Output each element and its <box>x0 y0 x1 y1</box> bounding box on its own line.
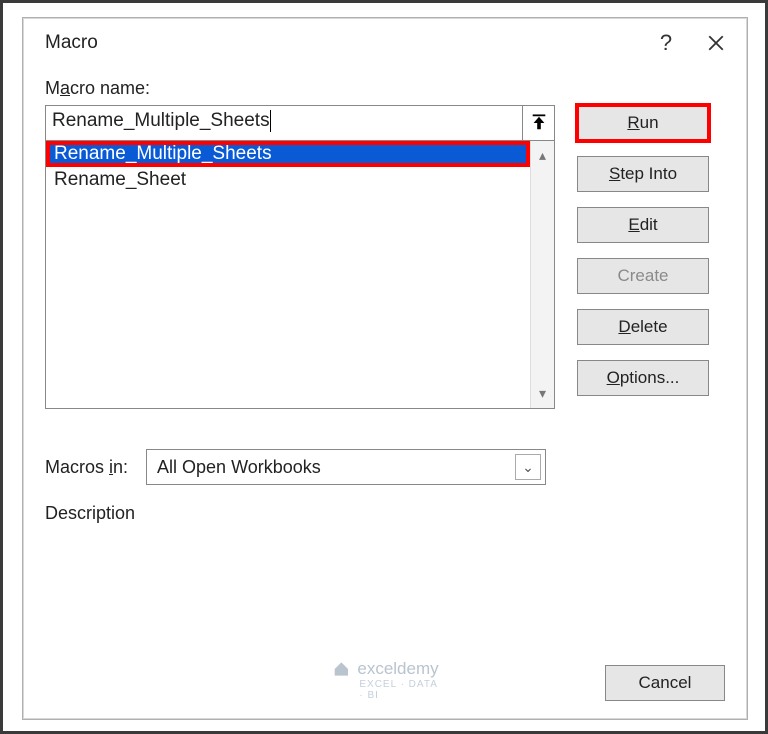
close-button[interactable] <box>691 22 741 64</box>
options-button[interactable]: Options... <box>577 360 709 396</box>
close-icon <box>707 34 725 52</box>
edit-button[interactable]: Edit <box>577 207 709 243</box>
help-button[interactable]: ? <box>641 22 691 64</box>
chevron-up-icon: ▴ <box>539 147 546 164</box>
cancel-button[interactable]: Cancel <box>605 665 725 701</box>
macros-in-select[interactable]: All Open Workbooks ⌄ <box>146 449 546 485</box>
reference-button[interactable] <box>523 105 555 141</box>
delete-button[interactable]: Delete <box>577 309 709 345</box>
up-arrow-icon <box>530 114 548 132</box>
macro-dialog: Macro ? Macro name: Rename_Multiple_Shee… <box>22 17 748 720</box>
step-into-button[interactable]: Step Into <box>577 156 709 192</box>
titlebar: Macro ? <box>23 18 747 68</box>
description-label: Description <box>45 503 725 524</box>
macro-listbox[interactable]: Rename_Multiple_Sheets Rename_Sheet ▴ ▾ <box>45 141 555 409</box>
scrollbar[interactable]: ▴ ▾ <box>530 141 554 408</box>
watermark: exceldemy EXCEL · DATA · BI <box>331 659 438 679</box>
macro-name-label: Macro name: <box>45 78 725 99</box>
macros-in-value: All Open Workbooks <box>157 457 321 478</box>
chevron-down-icon: ▾ <box>539 385 546 402</box>
dialog-title: Macro <box>45 32 641 54</box>
house-icon <box>331 659 351 679</box>
macro-name-input[interactable]: Rename_Multiple_Sheets <box>45 105 523 141</box>
run-button[interactable]: Run <box>577 105 709 141</box>
create-button: Create <box>577 258 709 294</box>
list-item[interactable]: Rename_Multiple_Sheets <box>46 141 530 167</box>
text-caret <box>270 110 271 132</box>
chevron-down-icon: ⌄ <box>515 454 541 480</box>
list-item[interactable]: Rename_Sheet <box>46 167 530 193</box>
macros-in-label: Macros in: <box>45 457 128 478</box>
